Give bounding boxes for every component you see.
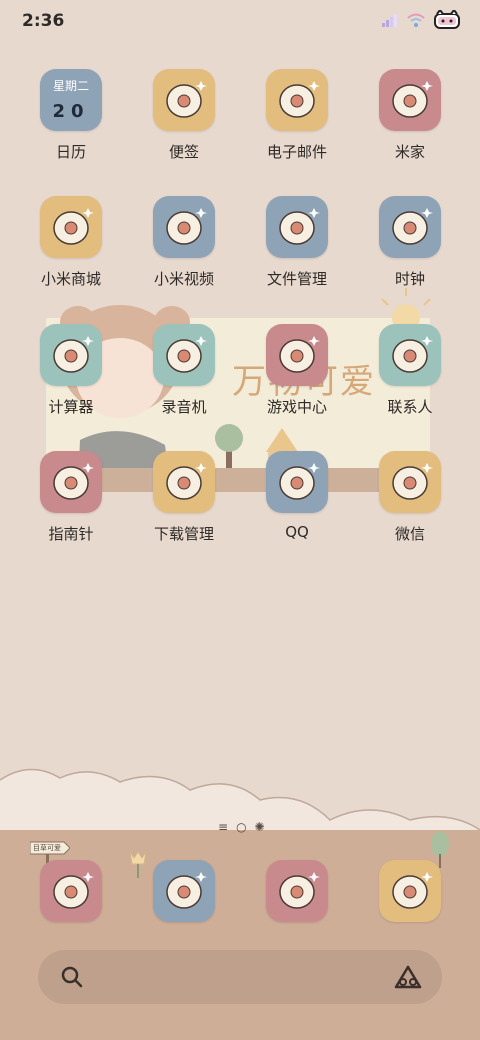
app-label: 小米视频 <box>153 270 214 288</box>
app-mijia[interactable]: 米家 <box>355 69 465 179</box>
page-indicator[interactable]: ≡ ○ ✺ <box>218 820 265 834</box>
mi-store-icon <box>40 196 102 258</box>
menu-lines-icon: ≡ <box>218 820 229 834</box>
app-clock[interactable]: 时钟 <box>355 196 465 306</box>
calendar-day: 20 <box>52 101 90 122</box>
page-dot: ○ <box>236 820 247 834</box>
app-file-manager[interactable]: 文件管理 <box>242 196 352 306</box>
app-label: 时钟 <box>394 270 425 288</box>
calendar-icon: 星期二 20 <box>40 69 102 131</box>
app-mi-store[interactable]: 小米商城 <box>16 196 126 306</box>
app-label: 下载管理 <box>153 525 214 543</box>
app-download-manager[interactable]: 下载管理 <box>129 451 239 561</box>
sun-page-icon: ✺ <box>254 820 265 834</box>
file-manager-icon <box>266 196 328 258</box>
calendar-weekday: 星期二 <box>52 79 89 93</box>
app-label: 米家 <box>394 143 425 161</box>
app-label: 游戏中心 <box>266 398 327 416</box>
app-label: 录音机 <box>161 398 207 416</box>
app-label: 日历 <box>55 143 86 161</box>
email-icon <box>266 69 328 131</box>
browser-icon <box>153 860 215 922</box>
app-label: 文件管理 <box>266 270 327 288</box>
download-manager-icon <box>153 451 215 513</box>
notes-icon <box>153 69 215 131</box>
app-label: QQ <box>285 523 309 541</box>
app-notes[interactable]: 便签 <box>129 69 239 179</box>
dock-browser[interactable] <box>129 860 239 926</box>
app-label: 小米商城 <box>40 270 101 288</box>
mi-video-icon <box>153 196 215 258</box>
dock-phone[interactable] <box>16 860 126 926</box>
app-contacts[interactable]: 联系人 <box>355 324 465 434</box>
app-calculator[interactable]: 计算器 <box>16 324 126 434</box>
app-email[interactable]: 电子邮件 <box>242 69 352 179</box>
app-game-center[interactable]: 游戏中心 <box>242 324 352 434</box>
phone-icon <box>40 860 102 922</box>
app-wechat[interactable]: 微信 <box>355 451 465 561</box>
app-qq[interactable]: QQ <box>242 451 352 561</box>
dock-camera[interactable] <box>242 860 352 926</box>
app-mi-video[interactable]: 小米视频 <box>129 196 239 306</box>
clock-icon <box>379 196 441 258</box>
app-label: 微信 <box>394 525 425 543</box>
recorder-icon <box>153 324 215 386</box>
xiaoai-assistant-icon[interactable] <box>394 964 422 990</box>
calculator-icon <box>40 324 102 386</box>
app-label: 计算器 <box>48 398 94 416</box>
signpost-text: 目草可爱 <box>33 844 61 852</box>
game-center-icon <box>266 324 328 386</box>
qq-icon <box>266 451 328 513</box>
app-recorder[interactable]: 录音机 <box>129 324 239 434</box>
mijia-icon <box>379 69 441 131</box>
dock-gallery[interactable] <box>355 860 465 926</box>
contacts-icon <box>379 324 441 386</box>
gallery-icon <box>379 860 441 922</box>
app-label: 电子邮件 <box>266 143 327 161</box>
app-label: 便签 <box>168 143 199 161</box>
camera-icon <box>266 860 328 922</box>
app-label: 联系人 <box>387 398 433 416</box>
app-label: 指南针 <box>48 525 94 543</box>
wechat-icon <box>379 451 441 513</box>
compass-icon <box>40 451 102 513</box>
search-icon <box>61 966 83 988</box>
search-bar[interactable] <box>38 950 442 1004</box>
app-calendar[interactable]: 星期二 20 日历 <box>16 69 126 179</box>
app-compass[interactable]: 指南针 <box>16 451 126 561</box>
